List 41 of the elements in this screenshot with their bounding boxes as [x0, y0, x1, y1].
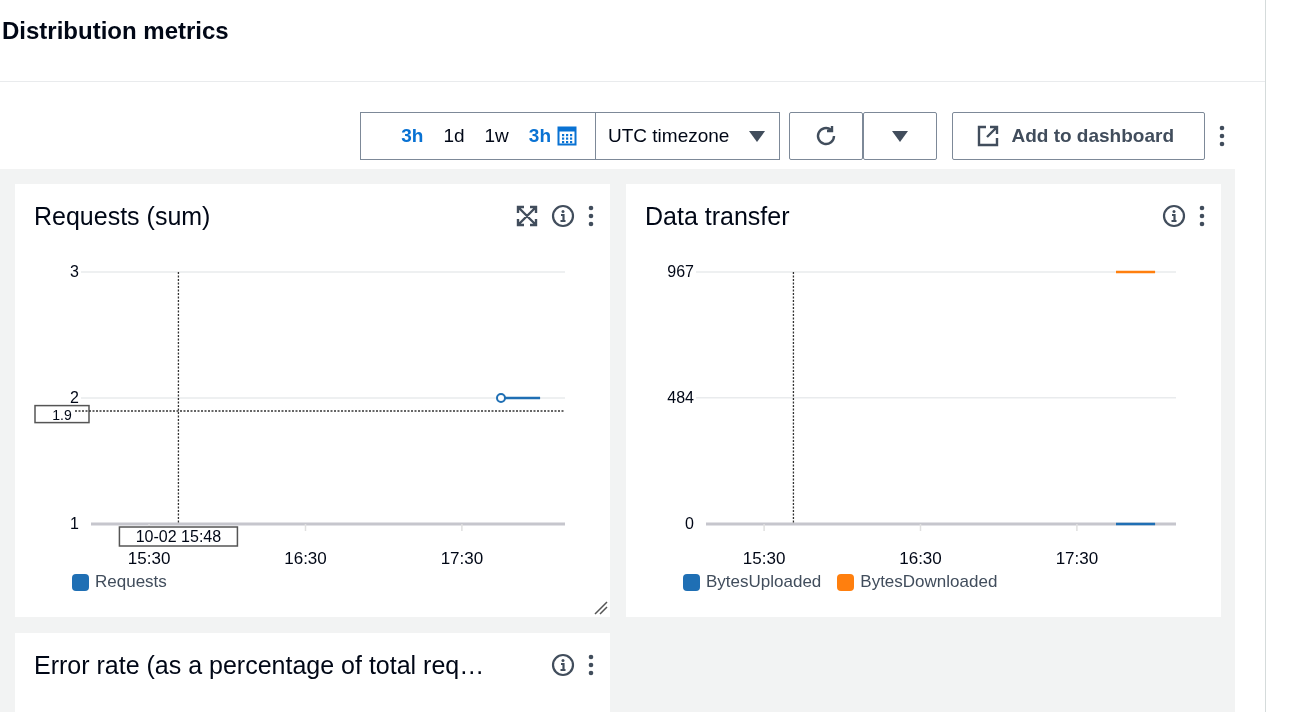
time-range-option[interactable]: 1d	[433, 116, 475, 156]
info-icon[interactable]	[551, 204, 575, 228]
x-axis-label: 17:30	[1055, 549, 1099, 568]
resize-handle-icon[interactable]	[594, 601, 608, 615]
y-axis-label: 967	[667, 263, 694, 280]
more-options-icon[interactable]	[1199, 205, 1205, 227]
x-axis-label: 15:30	[742, 549, 786, 568]
more-options-icon[interactable]	[588, 205, 594, 227]
crosshair-time-label: 10-02 15:48	[118, 526, 239, 547]
y-axis-label: 0	[685, 515, 694, 532]
x-axis-label: 17:30	[440, 549, 484, 568]
widget-title: Error rate (as a percentage of total req…	[34, 650, 486, 680]
x-axis-label: 15:30	[127, 549, 171, 568]
time-range-option[interactable]: 3h	[391, 116, 434, 156]
time-range-option[interactable]: 1w	[474, 116, 519, 156]
more-options-button[interactable]	[1219, 125, 1225, 147]
legend-label[interactable]: BytesUploaded	[706, 572, 822, 592]
refresh-button[interactable]	[789, 112, 864, 160]
info-icon[interactable]	[551, 653, 575, 677]
legend-label[interactable]: Requests	[95, 572, 167, 592]
y-axis-label: 484	[667, 388, 694, 406]
caret-down-icon	[749, 130, 766, 142]
x-axis-label: 16:30	[899, 549, 942, 568]
info-icon[interactable]	[1162, 204, 1186, 228]
crosshair-value-label: 1.9	[34, 404, 90, 424]
y-axis-label: 2	[70, 389, 79, 406]
page-title: Distribution metrics	[2, 17, 229, 45]
more-options-icon[interactable]	[588, 654, 594, 676]
external-link-icon	[977, 125, 1000, 147]
x-axis-label: 16:30	[284, 549, 327, 568]
calendar-icon	[557, 126, 577, 146]
widget-title: Data transfer	[645, 201, 791, 231]
refresh-options-button[interactable]	[863, 112, 938, 160]
add-to-dashboard-button[interactable]: Add to dashboard	[952, 112, 1205, 160]
caret-down-icon	[892, 130, 909, 142]
widget-title: Requests (sum)	[34, 201, 212, 231]
y-axis-label: 1	[70, 515, 79, 532]
time-range-option[interactable]: 3h	[518, 116, 587, 156]
y-axis-label: 3	[70, 263, 79, 280]
legend-label[interactable]: BytesDownloaded	[860, 572, 998, 592]
expand-icon[interactable]	[516, 205, 538, 227]
